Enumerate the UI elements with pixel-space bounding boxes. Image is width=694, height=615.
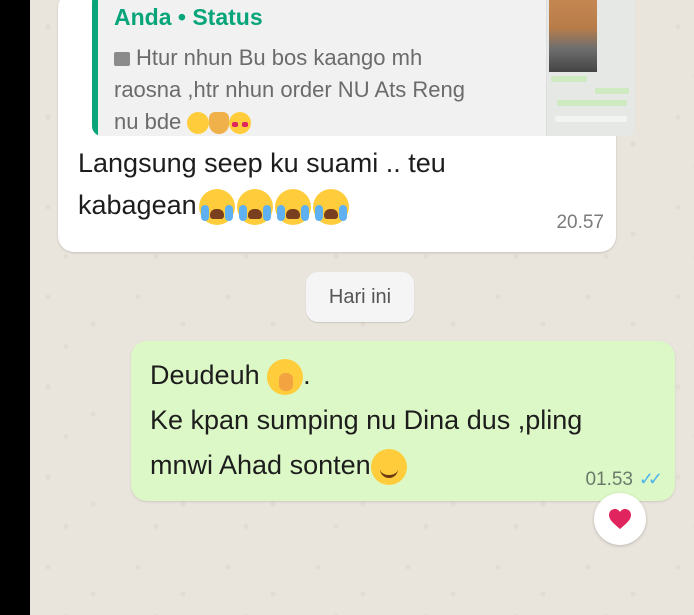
loudly-crying-emoji-icon	[312, 188, 349, 225]
date-divider: Hari ini	[306, 272, 414, 322]
heart-reaction[interactable]	[594, 493, 646, 545]
incoming-message-bubble[interactable]: Anda • Status Htur nhun Bu bos kaango mh…	[58, 0, 635, 252]
folded-hands-emoji-icon	[209, 112, 230, 135]
incoming-timestamp: 20.57	[556, 212, 604, 233]
outgoing-line2: Ke kpan sumping nu Dina dus ,pling mnwi …	[150, 405, 583, 480]
image-icon	[114, 52, 130, 66]
outgoing-message-text: Deudeuh . Ke kpan sumping nu Dina dus ,p…	[150, 353, 630, 488]
outgoing-line1: Deudeuh	[150, 360, 260, 390]
quote-text: Htur nhun Bu bos kaango mh raosna ,htr n…	[114, 45, 465, 134]
loudly-crying-emoji-icon	[236, 188, 273, 225]
status-reply-quote[interactable]: Anda • Status Htur nhun Bu bos kaango mh…	[92, 0, 635, 136]
quote-separator: •	[177, 4, 186, 30]
thumbnail-chat-line	[551, 76, 587, 82]
quote-type: Status	[192, 4, 263, 30]
outgoing-line1-suffix: .	[303, 360, 311, 390]
outgoing-timestamp: 01.53	[585, 469, 633, 490]
outgoing-message-bubble[interactable]: Deudeuh . Ke kpan sumping nu Dina dus ,p…	[131, 341, 675, 501]
quote-author: Anda	[114, 4, 172, 30]
thumbnail-chat-line	[557, 100, 627, 106]
loudly-crying-emoji-icon	[274, 188, 311, 225]
chat-area: Anda • Status Htur nhun Bu bos kaango mh…	[30, 0, 694, 615]
quote-header: Anda • Status	[114, 4, 263, 31]
status-thumbnail[interactable]	[546, 0, 635, 136]
grinning-sweat-emoji-icon	[187, 112, 210, 135]
quote-text-block: Htur nhun Bu bos kaango mh raosna ,htr n…	[114, 42, 494, 136]
read-receipt-icon: ✓✓	[638, 469, 663, 489]
smiling-face-emoji-icon	[370, 448, 407, 485]
quote-accent-bar	[92, 0, 98, 136]
thumbnail-photo	[549, 0, 597, 72]
shushing-face-emoji-icon	[267, 358, 304, 395]
incoming-message-text: Langsung seep ku suami .. teu kabagean	[78, 142, 518, 226]
heart-icon	[609, 509, 631, 529]
thumbnail-chat-line	[595, 88, 629, 94]
thumbnail-chat-line	[555, 116, 627, 122]
loudly-crying-emoji-icon	[198, 188, 235, 225]
smiling-hearts-emoji-icon	[229, 112, 252, 135]
